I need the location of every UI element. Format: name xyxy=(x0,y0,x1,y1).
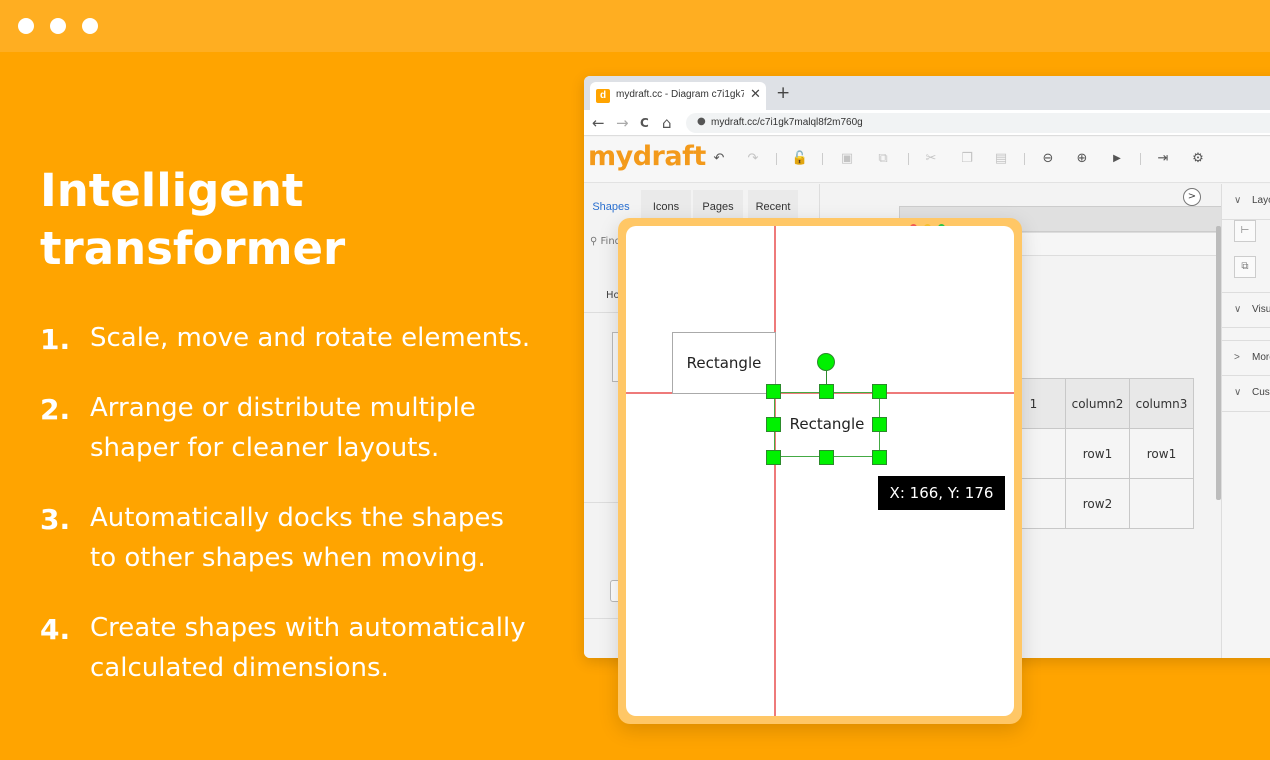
cut-icon[interactable]: ✂ xyxy=(922,149,940,169)
tab-title: mydraft.cc - Diagram c7i1gk7mal xyxy=(616,89,744,100)
favicon-icon: d xyxy=(596,89,610,103)
feature-text: Arrange or distribute multiple xyxy=(90,393,476,423)
table-cell: column2 xyxy=(1065,378,1130,429)
chevron-down-icon: ∨ xyxy=(1234,195,1242,206)
feature-text: calculated dimensions. xyxy=(90,653,389,683)
feature-text: shaper for cleaner layouts. xyxy=(90,433,440,463)
table-cell: column3 xyxy=(1129,378,1194,429)
panel-section-more[interactable]: > More xyxy=(1222,340,1270,376)
chevron-right-icon: > xyxy=(1234,352,1240,363)
chevron-down-icon: ∨ xyxy=(1234,387,1242,398)
headline: Intelligent transformer xyxy=(40,162,345,278)
panel-section-custom[interactable]: ∨ Custom xyxy=(1222,376,1270,412)
toolbar-divider xyxy=(822,153,823,165)
browser-tab[interactable]: d mydraft.cc - Diagram c7i1gk7mal ✕ xyxy=(590,82,766,110)
url-text: mydraft.cc/c7i1gk7malql8f2m760g xyxy=(711,117,863,128)
resize-handle-bottom-right[interactable] xyxy=(872,450,887,465)
align-left-icon[interactable]: ⊢ xyxy=(1234,220,1256,242)
zoom-out-icon[interactable]: ⊖ xyxy=(1039,149,1057,169)
ungroup-icon[interactable]: ⧉ xyxy=(874,149,892,169)
resize-handle-right[interactable] xyxy=(872,417,887,432)
resize-handle-bottom-left[interactable] xyxy=(766,450,781,465)
copy-icon[interactable]: ❐ xyxy=(958,149,976,169)
feature-number: 2. xyxy=(40,393,71,426)
rotate-handle[interactable] xyxy=(817,353,835,371)
feature-text: Create shapes with automatically xyxy=(90,613,526,643)
lock-icon: ● xyxy=(697,116,706,127)
window-title-bar xyxy=(0,0,1270,52)
distribute-icon[interactable]: ⧉ xyxy=(1234,256,1256,278)
feature-item: 4. Create shapes with automatically calc… xyxy=(40,608,560,688)
feature-text: Automatically docks the shapes xyxy=(90,503,504,533)
preview-canvas[interactable]: Rectangle Rectangle X: 166, Y: 176 xyxy=(626,226,1014,716)
tab-strip: d mydraft.cc - Diagram c7i1gk7mal ✕ + xyxy=(584,76,1270,110)
position-tooltip: X: 166, Y: 176 xyxy=(878,476,1005,510)
feature-text: Scale, move and rotate elements. xyxy=(90,323,531,353)
export-icon[interactable]: ⇥ xyxy=(1154,149,1172,169)
section-label: Visual xyxy=(1252,304,1270,315)
table-cell: row2 xyxy=(1065,478,1130,529)
toolbar-divider xyxy=(776,153,777,165)
resize-handle-top[interactable] xyxy=(819,384,834,399)
undo-icon[interactable]: ↶ xyxy=(710,149,728,169)
chevron-right-icon[interactable]: > xyxy=(1183,188,1201,206)
panel-section-visual[interactable]: ∨ Visual xyxy=(1222,292,1270,328)
play-icon[interactable]: ▶ xyxy=(1108,149,1126,169)
find-input[interactable]: ⚲ Find xyxy=(590,236,621,247)
table-cell xyxy=(1129,478,1194,529)
properties-panel: ∨ Layout ⊢ ⧉ ∨ Visual > More ∨ Custom xyxy=(1221,184,1270,658)
toolbar-divider xyxy=(908,153,909,165)
chevron-down-icon: ∨ xyxy=(1234,304,1242,315)
feature-number: 3. xyxy=(40,503,71,536)
section-label: Layout xyxy=(1252,195,1270,206)
transformer-preview: Rectangle Rectangle X: 166, Y: 176 xyxy=(618,218,1022,724)
feature-item: 2. Arrange or distribute multiple shaper… xyxy=(40,388,560,468)
settings-icon[interactable]: ⚙ xyxy=(1189,149,1207,169)
window-dot xyxy=(82,18,98,34)
redo-icon[interactable]: ↷ xyxy=(744,149,762,169)
forward-icon[interactable]: → xyxy=(616,113,629,133)
paste-icon[interactable]: ▤ xyxy=(992,149,1010,169)
section-label: Custom xyxy=(1252,387,1270,398)
feature-item: 1. Scale, move and rotate elements. xyxy=(40,318,560,358)
table-row: 1 column2 column3 xyxy=(1001,378,1194,429)
window-dot xyxy=(50,18,66,34)
feature-item: 3. Automatically docks the shapes to oth… xyxy=(40,498,560,578)
resize-handle-top-right[interactable] xyxy=(872,384,887,399)
lock-icon[interactable]: 🔓 xyxy=(791,149,809,169)
rectangle-shape[interactable]: Rectangle xyxy=(672,332,776,394)
feature-text: to other shapes when moving. xyxy=(90,543,486,573)
new-tab-button[interactable]: + xyxy=(776,84,790,102)
table-shape[interactable]: 1 column2 column3 row1 row1 row2 xyxy=(1001,378,1194,529)
vertical-snap-guide xyxy=(774,226,776,716)
table-cell: row1 xyxy=(1065,428,1130,479)
home-icon[interactable]: ⌂ xyxy=(662,113,672,133)
selected-rectangle-shape[interactable]: Rectangle xyxy=(774,392,880,457)
feature-list: 1. Scale, move and rotate elements. 2. A… xyxy=(40,318,560,718)
toolbar-divider xyxy=(1024,153,1025,165)
address-bar: ← → C ⌂ ● mydraft.cc/c7i1gk7malql8f2m760… xyxy=(584,110,1270,136)
back-icon[interactable]: ← xyxy=(592,113,605,133)
close-icon[interactable]: ✕ xyxy=(750,87,761,102)
reload-icon[interactable]: C xyxy=(640,113,649,133)
feature-number: 1. xyxy=(40,323,71,356)
resize-handle-left[interactable] xyxy=(766,417,781,432)
feature-number: 4. xyxy=(40,613,71,646)
zoom-in-icon[interactable]: ⊕ xyxy=(1073,149,1091,169)
app-toolbar: mydraft ↶ ↷ 🔓 ▣ ⧉ ✂ ❐ ▤ ⊖ ⊕ ▶ ⇥ ⚙ xyxy=(584,137,1270,183)
table-cell: row1 xyxy=(1129,428,1194,479)
app-logo: mydraft xyxy=(588,141,706,172)
group-icon[interactable]: ▣ xyxy=(838,149,856,169)
headline-line: transformer xyxy=(40,222,346,275)
resize-handle-bottom[interactable] xyxy=(819,450,834,465)
toolbar-divider xyxy=(1140,153,1141,165)
section-label: More xyxy=(1252,352,1270,363)
headline-line: Intelligent xyxy=(40,164,304,217)
resize-handle-top-left[interactable] xyxy=(766,384,781,399)
url-input[interactable]: ● mydraft.cc/c7i1gk7malql8f2m760g xyxy=(686,113,1270,133)
panel-section-layout[interactable]: ∨ Layout xyxy=(1222,184,1270,220)
table-row: row2 xyxy=(1001,478,1194,529)
window-dot xyxy=(18,18,34,34)
table-row: row1 row1 xyxy=(1001,428,1194,479)
